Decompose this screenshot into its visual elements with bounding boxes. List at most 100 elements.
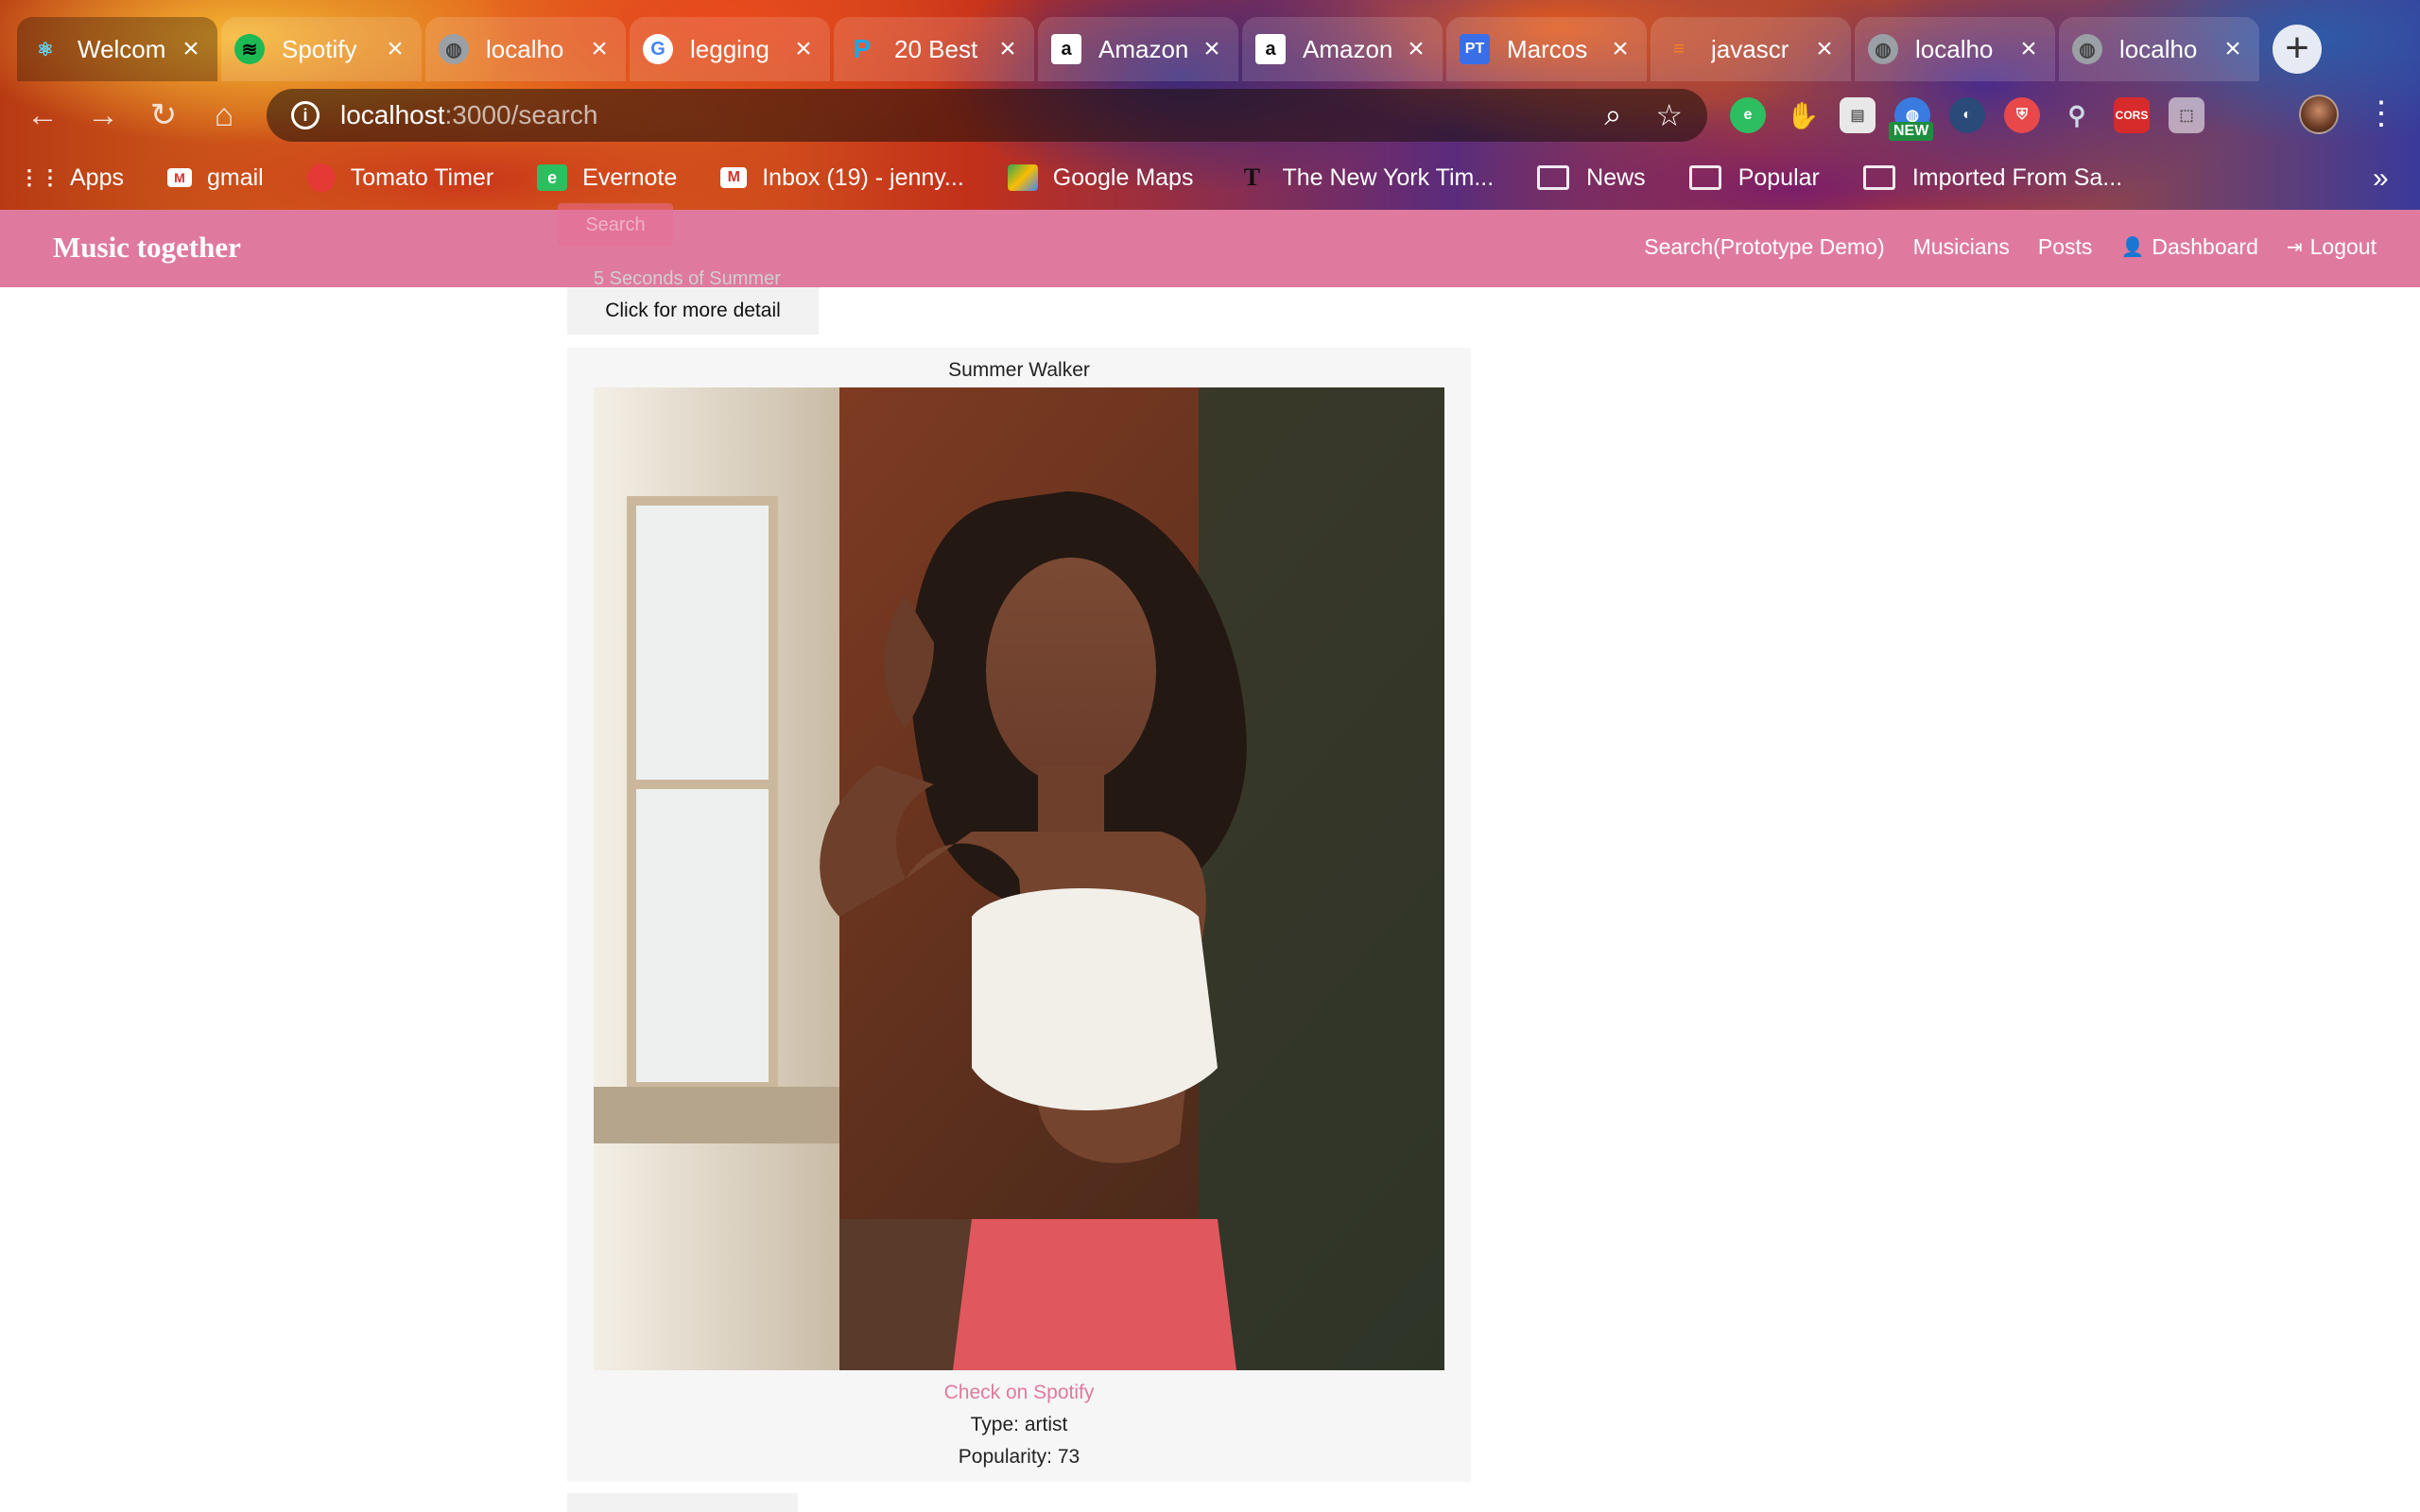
browser-tab[interactable]: ◍ localho × xyxy=(2059,17,2259,81)
address-bar[interactable]: i localhost:3000/search ⌕ ☆ xyxy=(267,89,1707,142)
nyt-icon: T xyxy=(1243,163,1261,191)
bookmark-label: Popular xyxy=(1737,163,1820,191)
close-icon[interactable]: × xyxy=(178,35,204,63)
zoom-icon[interactable]: ⌕ xyxy=(1604,97,1621,133)
bookmark-label: Tomato Timer xyxy=(350,163,494,191)
bookmark-folder-news[interactable]: News xyxy=(1537,164,1646,192)
bookmark-label: Inbox (19) - jenny... xyxy=(762,163,964,191)
close-icon[interactable]: × xyxy=(586,35,613,63)
evernote-extension-icon[interactable]: e xyxy=(1730,97,1766,133)
new-tab-button[interactable]: + xyxy=(2273,25,2322,74)
star-icon[interactable]: ☆ xyxy=(1655,97,1683,133)
logout-icon: ⇥ xyxy=(2286,237,2303,258)
nav-label: Musicians xyxy=(1912,234,2010,259)
home-icon[interactable]: ⌂ xyxy=(200,94,248,136)
tab-title: localho xyxy=(486,34,564,63)
bookmark-label: gmail xyxy=(206,163,264,191)
tab-title: javascr xyxy=(1711,34,1789,63)
tab-title: localho xyxy=(1915,34,1994,63)
close-icon[interactable]: × xyxy=(2220,35,2246,63)
reload-icon[interactable]: ↻ xyxy=(140,94,187,136)
bookmark-label: News xyxy=(1586,163,1646,191)
tab-title: Amazon xyxy=(1303,34,1393,63)
bookmark-tomato-timer[interactable]: Tomato Timer xyxy=(306,163,494,192)
nav-dashboard-link[interactable]: 👤 Dashboard xyxy=(2120,234,2257,260)
next-result-button[interactable] xyxy=(567,1493,798,1512)
close-icon[interactable]: × xyxy=(1811,35,1838,63)
bookmark-google-maps[interactable]: Google Maps xyxy=(1007,163,1194,192)
bookmark-label: Imported From Sa... xyxy=(1911,163,2123,191)
close-icon[interactable]: × xyxy=(790,35,817,63)
close-icon[interactable]: × xyxy=(994,35,1021,63)
browser-tab[interactable]: ⚛ Welcom × xyxy=(17,17,217,81)
tab-title: 20 Best xyxy=(894,34,978,63)
spotify-link[interactable]: Check on Spotify xyxy=(567,1382,1471,1404)
menu-kebab-icon[interactable]: ⋮ xyxy=(2365,94,2397,136)
bookmark-evernote[interactable]: e Evernote xyxy=(537,164,677,192)
artist-name: Summer Walker xyxy=(948,359,1090,381)
back-arrow-icon[interactable]: ← xyxy=(19,94,66,136)
cors-extension-icon[interactable]: CORS xyxy=(2114,97,2150,133)
globe-extension-icon[interactable]: ◍ NEW xyxy=(1889,97,1934,141)
bookmark-label: Evernote xyxy=(582,163,678,191)
browser-tab[interactable]: PT Marcos × xyxy=(1446,17,1647,81)
url-path: :3000/search xyxy=(444,100,598,129)
puzzle-extension-icon[interactable]: ⬚ xyxy=(2169,97,2204,133)
close-icon[interactable]: × xyxy=(382,35,408,63)
artist-type: Type: artist xyxy=(970,1414,1068,1435)
evernote-icon: e xyxy=(537,164,568,191)
artist-photo xyxy=(594,387,1444,1370)
bookmark-folder-imported[interactable]: Imported From Sa... xyxy=(1862,163,2123,192)
user-icon: 👤 xyxy=(2120,237,2145,258)
search-button[interactable]: Search xyxy=(558,203,673,247)
tomato-icon xyxy=(306,163,336,192)
close-icon[interactable]: × xyxy=(1607,35,1634,63)
browser-tab[interactable]: ◍ localho × xyxy=(1855,17,2055,81)
browser-tab[interactable]: ≋ Spotify × xyxy=(221,17,422,81)
nav-search-link[interactable]: Search(Prototype Demo) xyxy=(1644,234,1884,260)
shield-extension-icon[interactable]: ⛨ xyxy=(2004,97,2040,133)
info-icon[interactable]: i xyxy=(291,101,320,129)
more-detail-button[interactable]: Click for more detail xyxy=(567,287,819,335)
close-icon[interactable]: × xyxy=(2015,35,2042,63)
close-icon[interactable]: × xyxy=(1403,35,1429,63)
tab-title: Amazon xyxy=(1098,34,1189,63)
magnifier-extension-icon[interactable]: ⚲ xyxy=(2059,97,2095,133)
document-extension-icon[interactable]: ▤ xyxy=(1840,97,1876,133)
profile-avatar[interactable] xyxy=(2299,94,2339,134)
tab-title: Spotify xyxy=(282,34,357,63)
browser-tab[interactable]: G legging × xyxy=(630,17,830,81)
bookmark-gmail[interactable]: M gmail xyxy=(166,163,264,192)
bookmarks-bar: ⋮⋮ Apps M gmail Tomato Timer e Evernote … xyxy=(19,159,2166,197)
bookmark-label: Apps xyxy=(70,163,124,191)
browser-tab[interactable]: a Amazon × xyxy=(1242,17,1443,81)
browser-tab[interactable]: P 20 Best × xyxy=(834,17,1034,81)
pt-icon: PT xyxy=(1460,34,1490,64)
nav-posts-link[interactable]: Posts xyxy=(2038,234,2093,260)
bookmarks-overflow-icon[interactable]: » xyxy=(2373,163,2389,195)
brand-logo[interactable]: Music together xyxy=(53,231,241,265)
google-icon: G xyxy=(643,34,673,64)
bookmark-nyt[interactable]: T The New York Tim... xyxy=(1236,163,1494,192)
nav-musicians-link[interactable]: Musicians xyxy=(1913,234,2010,260)
hand-extension-icon[interactable]: ✋ xyxy=(1785,97,1821,133)
circle-extension-icon[interactable]: ◐ xyxy=(1949,97,1985,133)
bookmark-folder-popular[interactable]: Popular xyxy=(1688,163,1820,192)
forward-arrow-icon[interactable]: → xyxy=(79,94,127,136)
browser-tab[interactable]: ≡ javascr × xyxy=(1651,17,1851,81)
browser-tab[interactable]: a Amazon × xyxy=(1038,17,1238,81)
extensions-bar: e ✋ ▤ ◍ NEW ◐ ⛨ ⚲ CORS ⬚ xyxy=(1730,94,2204,141)
bookmark-inbox[interactable]: M Inbox (19) - jenny... xyxy=(720,164,964,192)
bookmark-apps[interactable]: ⋮⋮ Apps xyxy=(19,163,124,192)
close-icon[interactable]: × xyxy=(1199,35,1225,63)
browser-tab[interactable]: ◍ localho × xyxy=(425,17,626,81)
artist-photo-illustration xyxy=(594,387,1444,1370)
bookmark-label: Google Maps xyxy=(1052,163,1194,191)
globe-icon: ◍ xyxy=(1868,34,1898,64)
navigation-buttons: ← → ↻ ⌂ xyxy=(19,94,248,136)
nav-logout-link[interactable]: ⇥ Logout xyxy=(2287,234,2377,260)
react-icon: ⚛ xyxy=(37,39,54,60)
folder-icon xyxy=(1537,165,1570,190)
url-host: localhost xyxy=(340,100,445,129)
p-icon: P xyxy=(853,34,872,63)
